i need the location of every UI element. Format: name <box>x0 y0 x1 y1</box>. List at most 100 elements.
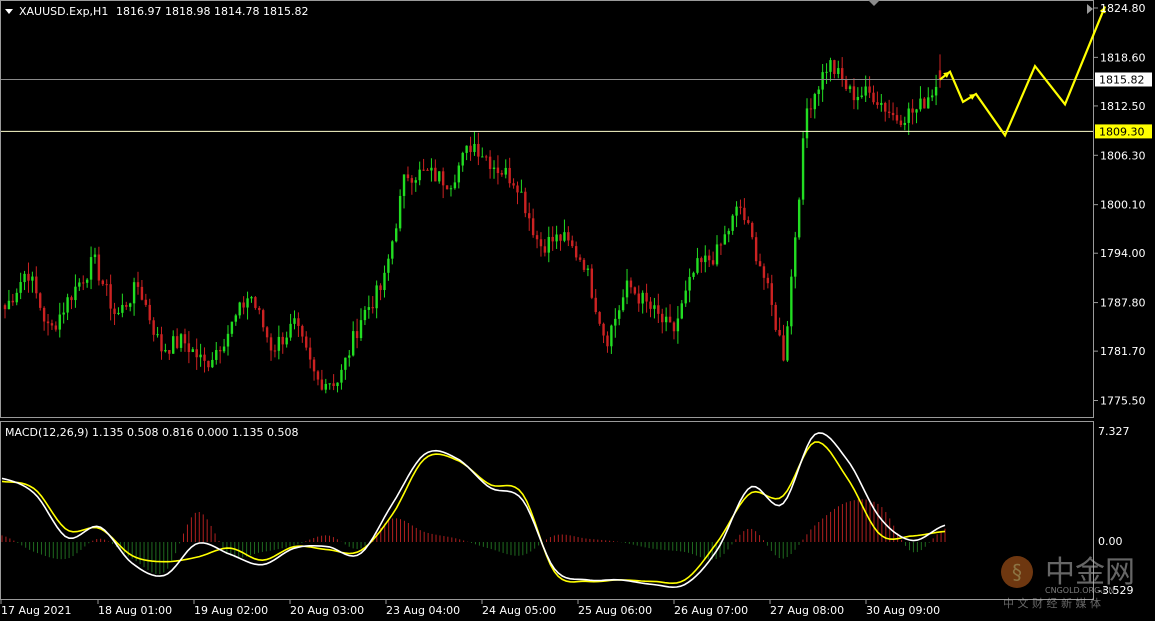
candle-body <box>578 257 582 260</box>
projection-path <box>939 5 1107 138</box>
candle-body <box>434 167 437 182</box>
candle-body <box>539 239 543 247</box>
candle <box>625 268 629 305</box>
projection-line <box>939 5 1107 138</box>
candle-body <box>453 182 457 189</box>
candle <box>473 131 476 156</box>
candle <box>226 325 230 356</box>
candle-body <box>367 307 371 310</box>
candle-body <box>168 349 171 354</box>
candle-body <box>289 323 292 338</box>
candle-body <box>316 371 320 380</box>
candle <box>363 306 367 326</box>
candle-body <box>707 255 711 261</box>
candle <box>860 86 863 99</box>
candle-body <box>876 102 879 105</box>
candle <box>700 256 703 273</box>
candle <box>27 262 30 293</box>
level-price-label: 1809.30 <box>1099 125 1145 138</box>
candle-body <box>735 206 738 216</box>
candle <box>606 331 609 353</box>
candle <box>559 233 562 251</box>
candle-body <box>813 94 817 110</box>
candle <box>520 179 523 193</box>
candle-body <box>226 333 230 347</box>
time-tick-label: 26 Aug 07:00 <box>674 604 748 617</box>
candle-body <box>89 257 93 280</box>
candle <box>406 166 410 182</box>
candle-body <box>97 254 101 281</box>
candle <box>262 308 265 332</box>
candle <box>719 242 723 255</box>
candle-body <box>277 336 281 351</box>
watermark-logo-glyph: § <box>1012 560 1022 584</box>
candle <box>852 78 856 110</box>
candle <box>383 265 386 298</box>
price-tick-label: 1775.50 <box>1100 395 1146 408</box>
candle-body <box>492 167 496 169</box>
candle-body <box>477 143 480 157</box>
candle <box>281 332 284 354</box>
time-tick-label: 24 Aug 05:00 <box>482 604 556 617</box>
price-tick-label: 1800.10 <box>1100 199 1146 212</box>
candle <box>508 157 511 188</box>
candle-body <box>430 167 433 171</box>
candle <box>884 101 887 122</box>
shift-marker-icon[interactable] <box>1087 4 1093 14</box>
candle-body <box>692 272 695 277</box>
candle <box>766 273 770 289</box>
candle-body <box>598 312 601 324</box>
candle <box>391 240 394 265</box>
candle-body <box>105 284 108 286</box>
candle <box>735 201 738 228</box>
candle <box>484 154 488 161</box>
time-tick-label: 18 Aug 01:00 <box>98 604 172 617</box>
horizontal-levels[interactable]: 1815.82 1809.30 <box>1 72 1152 139</box>
candle <box>543 239 547 257</box>
candle <box>93 247 97 264</box>
candle <box>547 226 550 263</box>
candle <box>101 279 105 286</box>
macd-main-line <box>1 432 946 589</box>
candle <box>31 271 34 293</box>
candle-body <box>848 86 852 90</box>
candle-body <box>371 307 374 309</box>
candle-body <box>715 244 719 265</box>
watermark-cn: 中金网 <box>1045 555 1135 590</box>
candle <box>50 319 54 330</box>
candle-body <box>602 323 605 336</box>
candle-body <box>144 299 148 305</box>
candle-body <box>672 322 676 332</box>
candle-body <box>614 318 617 326</box>
candle-body <box>837 68 840 74</box>
candle-body <box>383 272 386 291</box>
macd-panel <box>0 421 1094 600</box>
candle <box>488 150 492 179</box>
candle <box>492 160 496 179</box>
candle <box>856 87 860 110</box>
candle <box>250 295 253 303</box>
candle-body <box>121 304 124 313</box>
candle-body <box>618 310 621 319</box>
candle <box>105 279 108 296</box>
collapse-triangle-icon[interactable] <box>5 9 13 14</box>
candles <box>3 54 942 394</box>
candle <box>594 289 597 315</box>
candle-body <box>78 282 81 287</box>
candle-body <box>308 347 312 360</box>
candle <box>512 178 515 189</box>
macd-label: MACD(12,26,9) 1.135 0.508 0.816 0.000 1.… <box>5 426 298 439</box>
candle-body <box>610 325 613 347</box>
scroll-marker-icon[interactable] <box>868 0 880 6</box>
candle <box>915 108 918 124</box>
candle-body <box>547 236 550 253</box>
candle-body <box>175 336 179 348</box>
candle-body <box>3 305 7 310</box>
candle-body <box>62 312 65 315</box>
candle-body <box>633 287 637 294</box>
candle-body <box>410 178 414 183</box>
candle <box>496 155 500 185</box>
candle-body <box>496 167 500 174</box>
candle <box>109 274 112 321</box>
candle-body <box>790 276 793 327</box>
